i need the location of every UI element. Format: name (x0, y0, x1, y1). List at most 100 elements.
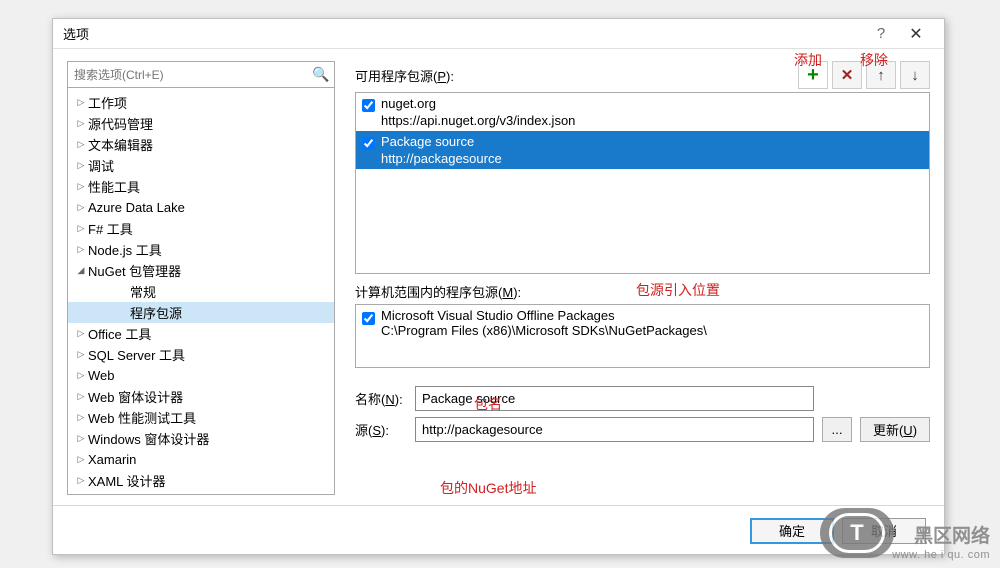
tree-item-label: 调试 (88, 156, 114, 175)
tree-item-label: 文本编辑器 (88, 135, 153, 154)
tree-item-label: 源代码管理 (88, 114, 153, 133)
tree-item[interactable]: ▷Web 性能测试工具 (68, 407, 334, 428)
chevron-right-icon: ▷ (74, 139, 88, 150)
tree-item-label: 性能工具 (88, 177, 140, 196)
chevron-right-icon: ▷ (74, 244, 88, 255)
browse-button[interactable]: ... (822, 417, 852, 442)
tree-item[interactable]: ▷Azure Data Lake (68, 197, 334, 218)
tree-item[interactable]: ▷Xamarin (68, 449, 334, 470)
tree-item-label: Node.js 工具 (88, 240, 162, 259)
tree-item-label: Windows 窗体设计器 (88, 429, 209, 448)
tree-item[interactable]: 程序包源 (68, 302, 334, 323)
tree-item[interactable]: ▷Windows 窗体设计器 (68, 428, 334, 449)
name-input[interactable] (415, 386, 814, 411)
machine-sources-label: 计算机范围内的程序包源(M): (355, 282, 930, 301)
chevron-right-icon: ▷ (74, 391, 88, 402)
dialog-footer: 确定 取消 (53, 505, 944, 555)
tree-item[interactable]: ▷Web (68, 365, 334, 386)
add-button[interactable]: + (798, 61, 828, 89)
move-down-button[interactable]: ↓ (900, 61, 930, 89)
tree-item[interactable]: ▷Office 工具 (68, 323, 334, 344)
source-name: Package source (381, 133, 502, 150)
source-path: C:\Program Files (x86)\Microsoft SDKs\Nu… (381, 323, 707, 338)
tree-item-label: XAML 设计器 (88, 471, 166, 490)
tree-item-label: NuGet 包管理器 (88, 261, 181, 280)
tree-item[interactable]: ▷调试 (68, 155, 334, 176)
chevron-right-icon: ▷ (74, 202, 88, 213)
source-toolbar: + ✕ ↑ ↓ (798, 61, 930, 89)
tree-item[interactable]: ▷性能工具 (68, 176, 334, 197)
tree-item-label: Office 工具 (88, 324, 151, 343)
source-url: https://api.nuget.org/v3/index.json (381, 112, 575, 129)
source-item[interactable]: nuget.orghttps://api.nuget.org/v3/index.… (356, 93, 929, 131)
tree-item[interactable]: ▷源代码管理 (68, 113, 334, 134)
search-input[interactable] (68, 68, 308, 82)
source-row: 源(S): ... 更新(U) (355, 417, 930, 442)
source-name: nuget.org (381, 95, 575, 112)
chevron-right-icon: ▷ (74, 118, 88, 129)
titlebar: 选项 ? ✕ (53, 19, 944, 49)
tree-item-label: Azure Data Lake (88, 200, 185, 215)
chevron-right-icon: ▷ (74, 181, 88, 192)
tree-item[interactable]: ▷工作项 (68, 92, 334, 113)
source-name: Microsoft Visual Studio Offline Packages (381, 308, 707, 323)
right-panel: 可用程序包源(P): + ✕ ↑ ↓ nuget.orghttps://api.… (355, 61, 930, 501)
chevron-right-icon: ▷ (74, 97, 88, 108)
source-checkbox[interactable] (362, 312, 375, 325)
dialog-title: 选项 (63, 24, 866, 43)
tree-item-label: Web 窗体设计器 (88, 387, 183, 406)
source-label: 源(S): (355, 420, 407, 439)
source-fields: 名称(N): 源(S): ... 更新(U) (355, 386, 930, 448)
tree-item[interactable]: ▷文本编辑器 (68, 134, 334, 155)
tree-item[interactable]: ▷SQL Server 工具 (68, 344, 334, 365)
watermark-text: 黑区网络 www. he i qu. com (892, 526, 990, 562)
close-icon[interactable]: ✕ (896, 24, 936, 44)
chevron-right-icon: ▷ (74, 328, 88, 339)
tree-item-label: Xamarin (88, 452, 136, 467)
chevron-down-icon: ◢ (74, 265, 88, 276)
watermark-logo: T (820, 508, 894, 558)
name-label: 名称(N): (355, 389, 407, 408)
tree-item[interactable]: ▷F# 工具 (68, 218, 334, 239)
tree-item-label: Web 性能测试工具 (88, 408, 196, 427)
machine-sources-listbox[interactable]: Microsoft Visual Studio Offline Packages… (355, 304, 930, 368)
source-input[interactable] (415, 417, 814, 442)
tree-item-label: 程序包源 (130, 303, 182, 322)
chevron-right-icon: ▷ (74, 412, 88, 423)
name-row: 名称(N): (355, 386, 930, 411)
chevron-right-icon: ▷ (74, 223, 88, 234)
tree-item-label: 常规 (130, 282, 156, 301)
tree-item-label: F# 工具 (88, 219, 133, 238)
tree-item-label: 工作项 (88, 93, 127, 112)
source-checkbox[interactable] (362, 99, 375, 112)
update-button[interactable]: 更新(U) (860, 417, 930, 442)
chevron-right-icon: ▷ (74, 433, 88, 444)
search-icon[interactable]: 🔍 (308, 66, 334, 83)
chevron-right-icon: ▷ (74, 475, 88, 486)
chevron-right-icon: ▷ (74, 454, 88, 465)
tree-item[interactable]: 常规 (68, 281, 334, 302)
chevron-right-icon: ▷ (74, 370, 88, 381)
remove-button[interactable]: ✕ (832, 61, 862, 89)
tree-item-label: Web (88, 368, 115, 383)
search-box[interactable]: 🔍 (67, 61, 335, 88)
sources-header: 可用程序包源(P): + ✕ ↑ ↓ (355, 61, 930, 89)
help-icon[interactable]: ? (866, 25, 896, 42)
chevron-right-icon: ▷ (74, 349, 88, 360)
source-item[interactable]: Package sourcehttp://packagesource (356, 131, 929, 169)
machine-source-item[interactable]: Microsoft Visual Studio Offline Packages… (362, 308, 923, 338)
source-checkbox[interactable] (362, 137, 375, 150)
dialog-body: 🔍 ▷工作项▷源代码管理▷文本编辑器▷调试▷性能工具▷Azure Data La… (53, 49, 944, 501)
options-dialog: 选项 ? ✕ 🔍 ▷工作项▷源代码管理▷文本编辑器▷调试▷性能工具▷Azure … (52, 18, 945, 555)
tree-item[interactable]: ▷Node.js 工具 (68, 239, 334, 260)
chevron-right-icon: ▷ (74, 160, 88, 171)
source-url: http://packagesource (381, 150, 502, 167)
available-sources-label: 可用程序包源(P): (355, 66, 454, 85)
sources-listbox[interactable]: nuget.orghttps://api.nuget.org/v3/index.… (355, 92, 930, 274)
options-tree[interactable]: ▷工作项▷源代码管理▷文本编辑器▷调试▷性能工具▷Azure Data Lake… (67, 88, 335, 495)
move-up-button[interactable]: ↑ (866, 61, 896, 89)
tree-item[interactable]: ◢NuGet 包管理器 (68, 260, 334, 281)
tree-item[interactable]: ▷Web 窗体设计器 (68, 386, 334, 407)
tree-item-label: SQL Server 工具 (88, 345, 185, 364)
tree-item[interactable]: ▷XAML 设计器 (68, 470, 334, 491)
